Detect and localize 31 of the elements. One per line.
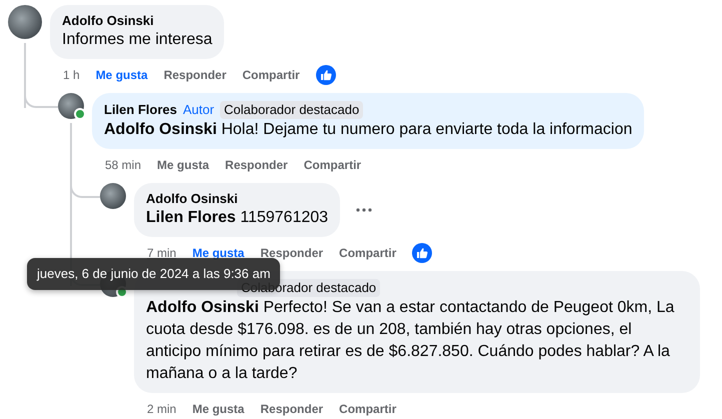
author-label: Autor — [182, 102, 214, 118]
timestamp-link[interactable]: 7 min — [147, 246, 176, 260]
avatar-photo[interactable] — [8, 5, 42, 39]
reply-button[interactable]: Responder — [260, 246, 324, 260]
comment-text: Adolfo Osinski Hola! Dejame tu numero para enviarte toda la informacion — [104, 120, 632, 140]
author-name[interactable]: Adolfo Osinski — [62, 13, 154, 29]
share-button[interactable]: Compartir — [339, 246, 396, 260]
timestamp-link[interactable]: 2 min — [147, 402, 176, 416]
contributor-badge: Colaborador destacado — [220, 101, 364, 119]
more-options-icon[interactable] — [354, 207, 374, 213]
author-name[interactable]: Lilen Flores — [104, 102, 177, 118]
comment-text: Informes me interesa — [62, 30, 212, 50]
share-button[interactable]: Compartir — [339, 402, 396, 416]
thumbs-up-icon[interactable] — [412, 243, 432, 263]
thumbs-up-icon[interactable] — [316, 65, 336, 85]
like-button[interactable]: Me gusta — [157, 158, 210, 172]
timestamp-link[interactable]: 58 min — [105, 158, 142, 172]
share-button[interactable]: Compartir — [242, 68, 300, 82]
like-button[interactable]: Me gusta — [192, 246, 244, 260]
comment-text: Adolfo Osinski Perfecto! Se van a estar contactando de Peugeot 0km, La cuota desde $176.098. es de un 208, también hay otras opciones, el anticipo mínimo para retirar es de $6.827.850. Cuándo podes hablar? A la mañana o a la tarde? — [146, 298, 676, 384]
like-button[interactable]: Me gusta — [192, 402, 244, 416]
reply-button[interactable]: Responder — [260, 402, 324, 416]
share-button[interactable]: Compartir — [304, 158, 362, 172]
avatar-photo[interactable] — [100, 183, 126, 209]
author-name[interactable]: Adolfo Osinski — [146, 191, 238, 207]
timestamp-link[interactable]: 1 h — [63, 68, 80, 82]
reply-button[interactable]: Responder — [225, 158, 288, 172]
avatar-photo[interactable] — [58, 93, 84, 119]
like-button[interactable]: Me gusta — [96, 68, 148, 82]
comment-text: Lilen Flores 1159761203 — [146, 208, 328, 228]
reply-button[interactable]: Responder — [164, 68, 226, 82]
